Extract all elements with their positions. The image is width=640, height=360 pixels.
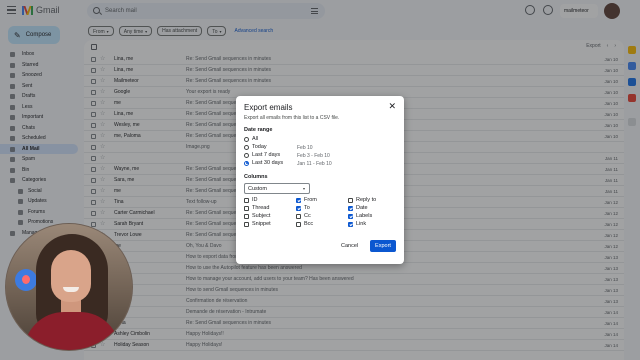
dialog-title: Export emails	[244, 103, 293, 112]
webcam-overlay	[5, 223, 133, 351]
checkbox[interactable]	[296, 221, 301, 227]
date-range-dates: Feb 10	[297, 144, 313, 151]
column-option[interactable]: Link	[348, 221, 366, 227]
column-option[interactable]: Subject	[244, 213, 270, 219]
column-option-label: Snippet	[252, 221, 271, 227]
cancel-button[interactable]: Cancel	[341, 243, 358, 249]
date-range-label: Today	[252, 144, 267, 150]
brand-logo-icon	[15, 269, 37, 291]
column-option[interactable]: To	[296, 205, 310, 211]
dialog-description: Export all emails from this list to a CS…	[244, 115, 340, 121]
column-option[interactable]: Date	[348, 205, 368, 211]
column-option-label: Subject	[252, 213, 271, 219]
columns-select-value: Custom	[248, 186, 267, 192]
date-range-label: Last 30 days	[252, 160, 284, 166]
checkbox[interactable]	[244, 213, 249, 219]
column-option[interactable]: From	[296, 197, 317, 203]
date-range-option[interactable]: Today	[244, 144, 267, 150]
column-option[interactable]: Cc	[296, 213, 311, 219]
date-range-heading: Date range	[244, 127, 273, 133]
checkbox[interactable]	[348, 213, 353, 219]
checkbox[interactable]	[348, 197, 353, 203]
column-option-label: Thread	[252, 205, 270, 211]
date-range-option[interactable]: Last 7 days	[244, 152, 280, 158]
date-range-option[interactable]: Last 30 days	[244, 160, 283, 166]
radio-button[interactable]	[244, 160, 249, 166]
column-option-label: Link	[356, 221, 367, 227]
chevron-down-icon: ▾	[302, 186, 305, 191]
checkbox[interactable]	[348, 205, 353, 211]
checkbox[interactable]	[296, 205, 301, 211]
columns-heading: Columns	[244, 174, 268, 180]
export-button[interactable]: Export	[370, 240, 396, 252]
close-icon[interactable]: ✕	[388, 101, 396, 112]
checkbox[interactable]	[296, 213, 301, 219]
checkbox[interactable]	[244, 221, 249, 227]
radio-button[interactable]	[244, 136, 249, 142]
column-option-label: Date	[356, 205, 368, 211]
column-option[interactable]: Snippet	[244, 221, 271, 227]
presenter-smile	[63, 287, 79, 292]
date-range-label: Last 7 days	[252, 152, 281, 158]
date-range-label: All	[252, 136, 259, 142]
column-option-label: Cc	[304, 213, 311, 219]
export-emails-dialog: Export emails ✕ Export all emails from t…	[236, 96, 404, 264]
checkbox[interactable]	[244, 205, 249, 211]
checkbox[interactable]	[296, 197, 301, 203]
date-range-dates: Jan 11 - Feb 10	[297, 160, 332, 167]
date-range-dates: Feb 3 - Feb 10	[297, 152, 330, 159]
checkbox[interactable]	[244, 197, 249, 203]
checkbox[interactable]	[348, 221, 353, 227]
column-option[interactable]: Reply to	[348, 197, 376, 203]
columns-select[interactable]: Custom ▾	[244, 183, 310, 194]
radio-button[interactable]	[244, 144, 249, 150]
column-option-label: Bcc	[304, 221, 314, 227]
column-option[interactable]: ID	[244, 197, 258, 203]
radio-button[interactable]	[244, 152, 249, 158]
column-option-label: Reply to	[356, 197, 377, 203]
column-option-label: Labels	[356, 213, 373, 219]
column-option-label: To	[304, 205, 310, 211]
column-option[interactable]: Thread	[244, 205, 269, 211]
column-option[interactable]: Bcc	[296, 221, 313, 227]
date-range-option[interactable]: All	[244, 136, 258, 142]
column-option-label: ID	[252, 197, 258, 203]
presenter-face	[51, 250, 91, 302]
column-option[interactable]: Labels	[348, 213, 372, 219]
column-option-label: From	[304, 197, 317, 203]
